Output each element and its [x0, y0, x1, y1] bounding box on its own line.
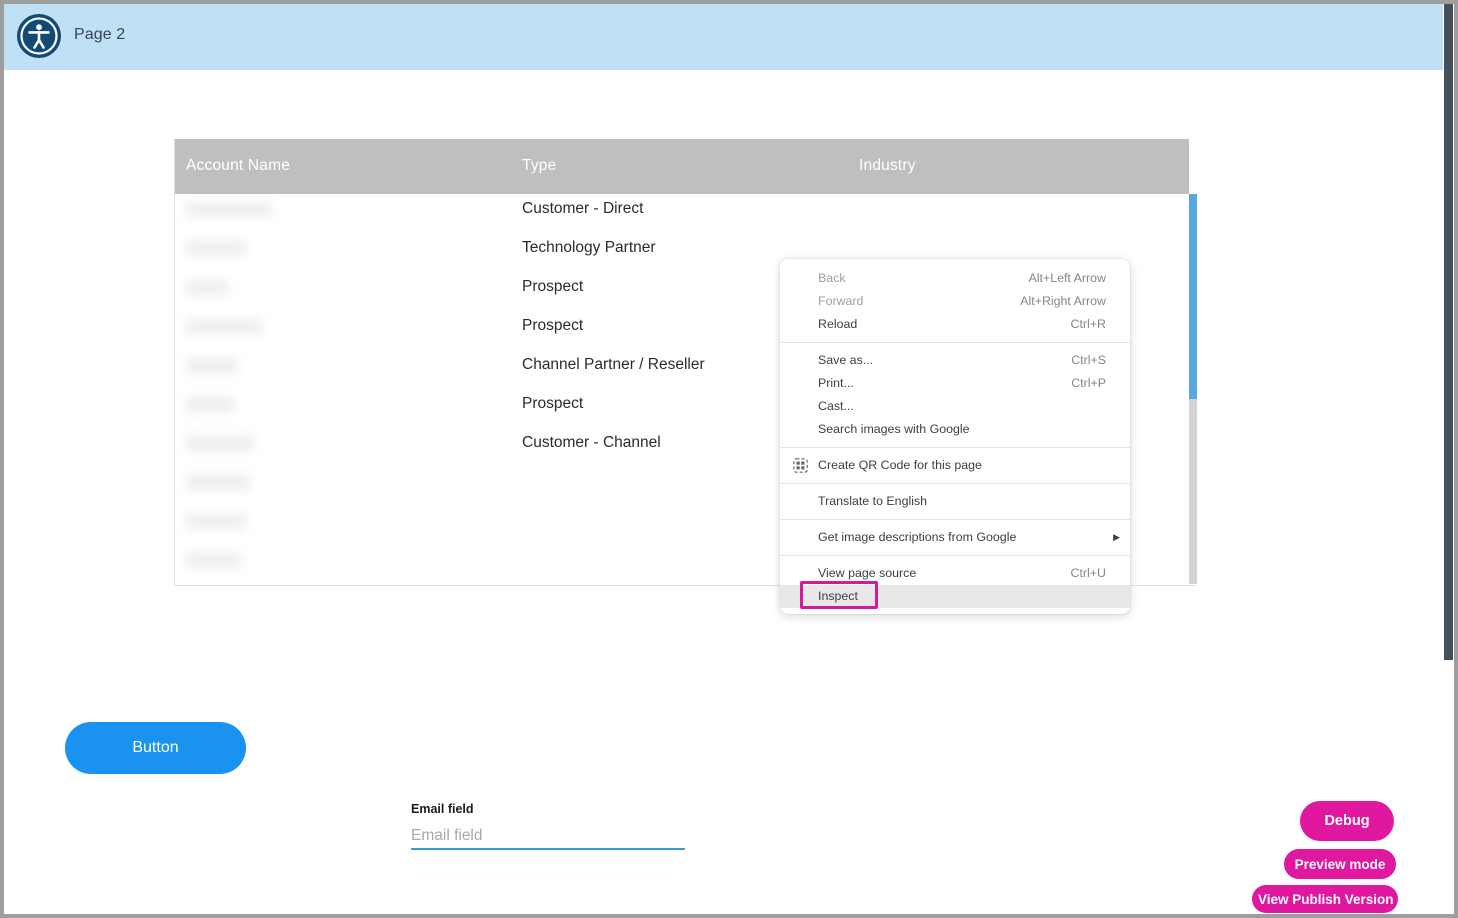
menu-separator — [780, 483, 1130, 484]
cell-account-name-redacted — [186, 514, 246, 529]
menu-item-label: Print... — [818, 376, 854, 390]
menu-separator — [780, 342, 1130, 343]
menu-item-label: View page source — [818, 566, 917, 580]
menu-item-shortcut: Ctrl+R — [1070, 317, 1106, 331]
cell-type: Customer - Direct — [522, 200, 644, 217]
email-field-group: Email field — [411, 802, 685, 850]
menu-item-shortcut: Alt+Left Arrow — [1028, 271, 1106, 285]
table-scrollbar-thumb[interactable] — [1189, 194, 1197, 399]
preview-mode-button[interactable]: Preview mode — [1284, 849, 1396, 879]
menu-item-label: Inspect — [818, 589, 858, 603]
menu-item-label: Reload — [818, 317, 858, 331]
email-field-label: Email field — [411, 802, 474, 816]
cell-account-name-redacted — [186, 202, 272, 217]
cell-type: Channel Partner / Reseller — [522, 356, 705, 373]
column-header-industry[interactable]: Industry — [859, 157, 916, 175]
menu-item-back: Back Alt+Left Arrow — [780, 267, 1130, 290]
cell-account-name-redacted — [186, 319, 262, 334]
chevron-right-icon: ▶ — [1113, 532, 1120, 542]
menu-item-label: Cast... — [818, 399, 854, 413]
menu-item-save-as[interactable]: Save as... Ctrl+S — [780, 349, 1130, 372]
menu-item-label: Back — [818, 271, 846, 285]
email-input[interactable] — [411, 827, 685, 850]
accessibility-header-bar: Page 2 — [4, 4, 1450, 70]
cell-account-name-redacted — [186, 280, 228, 295]
cell-account-name-redacted — [186, 397, 234, 412]
menu-item-inspect[interactable]: Inspect — [780, 581, 1130, 609]
view-publish-version-button[interactable]: View Publish Version — [1252, 885, 1398, 913]
cell-account-name-redacted — [186, 436, 254, 451]
cell-account-name-redacted — [186, 475, 250, 490]
menu-item-shortcut: Ctrl+S — [1071, 353, 1106, 367]
menu-item-shortcut: Ctrl+P — [1071, 376, 1106, 390]
menu-item-get-image-descriptions-from-google[interactable]: Get image descriptions from Google ▶ — [780, 526, 1130, 549]
cell-type: Prospect — [522, 317, 584, 334]
menu-item-label: Forward — [818, 294, 864, 308]
debug-button[interactable]: Debug — [1300, 801, 1394, 841]
browser-context-menu: Back Alt+Left Arrow Forward Alt+Right Arrow… — [780, 259, 1130, 614]
menu-item-label: Translate to English — [818, 494, 928, 508]
menu-item-label: Search images with Google — [818, 422, 970, 436]
cell-type: Prospect — [522, 278, 584, 295]
primary-button[interactable]: Button — [65, 722, 246, 774]
menu-item-label: Get image descriptions from Google — [818, 530, 1017, 544]
cell-account-name-redacted — [186, 241, 246, 256]
table-row[interactable]: Customer - Direct — [175, 194, 1189, 233]
page-scrollbar-track[interactable] — [1443, 4, 1454, 914]
menu-item-forward: Forward Alt+Right Arrow — [780, 290, 1130, 313]
app-frame: Page 2 Account Name Type Industry Custom… — [4, 4, 1454, 914]
qr-code-icon — [793, 458, 808, 473]
menu-item-cast[interactable]: Cast... — [780, 395, 1130, 418]
cell-type: Technology Partner — [522, 239, 656, 256]
cell-type: Customer - Channel — [522, 434, 661, 451]
table-header-row: Account Name Type Industry — [175, 139, 1189, 194]
menu-separator — [780, 555, 1130, 556]
column-header-type[interactable]: Type — [522, 157, 556, 175]
menu-item-shortcut: Ctrl+U — [1070, 566, 1106, 580]
menu-item-label: Create QR Code for this page — [818, 458, 982, 472]
menu-separator — [780, 447, 1130, 448]
menu-item-reload[interactable]: Reload Ctrl+R — [780, 313, 1130, 336]
menu-item-translate-to-english[interactable]: Translate to English — [780, 490, 1130, 513]
menu-item-print[interactable]: Print... Ctrl+P — [780, 372, 1130, 395]
menu-item-search-images-with-google[interactable]: Search images with Google — [780, 418, 1130, 441]
cell-account-name-redacted — [186, 553, 242, 568]
cell-type: Prospect — [522, 395, 584, 412]
column-header-account-name[interactable]: Account Name — [186, 157, 290, 175]
page-canvas: Account Name Type Industry Customer - Di… — [4, 70, 1450, 914]
menu-item-label: Save as... — [818, 353, 874, 367]
menu-separator — [780, 519, 1130, 520]
cell-account-name-redacted — [186, 358, 238, 373]
page-scrollbar-thumb[interactable] — [1444, 4, 1453, 660]
page-title: Page 2 — [74, 26, 126, 43]
menu-item-create-qr-code-for-this-page[interactable]: Create QR Code for this page — [780, 454, 1130, 477]
accessibility-icon[interactable] — [16, 13, 62, 59]
menu-item-view-page-source[interactable]: View page source Ctrl+U — [780, 562, 1130, 585]
menu-item-shortcut: Alt+Right Arrow — [1020, 294, 1106, 308]
